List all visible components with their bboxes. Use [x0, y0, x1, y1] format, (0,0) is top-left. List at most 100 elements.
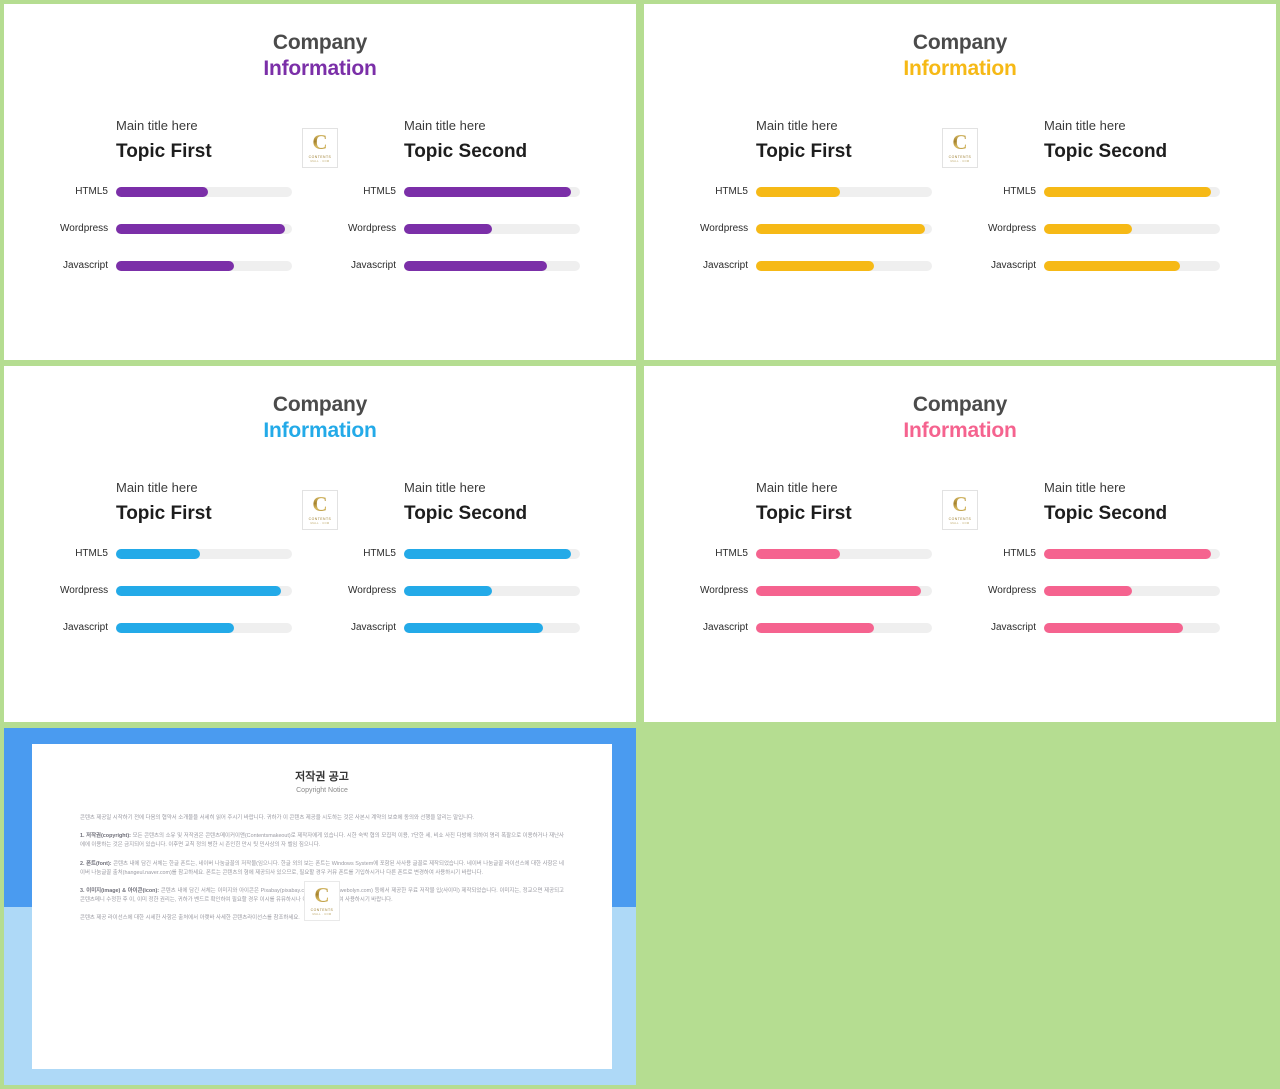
bar-fill [1044, 261, 1180, 271]
column-left: Main title here Topic First HTML5 Wordpr… [700, 118, 932, 294]
bar-track [404, 261, 580, 271]
slide-body: Main title here Topic First HTML5 Wordpr… [4, 480, 636, 656]
bar-fill [404, 224, 492, 234]
bar-label: HTML5 [363, 548, 396, 559]
bar-track [756, 187, 932, 197]
document-body: 콘텐츠 제공일 시작하기 전에 다음의 협약서 소개물을 서세히 읽어 주시기 … [80, 814, 564, 924]
bar-label: HTML5 [715, 548, 748, 559]
bar-track [756, 224, 932, 234]
bar-label: HTML5 [75, 548, 108, 559]
table-row: Javascript [988, 619, 1220, 637]
table-row: HTML5 [988, 545, 1220, 563]
paragraph-intro: 콘텐츠 제공일 시작하기 전에 다음의 협약서 소개물을 서세히 읽어 주시기 … [80, 814, 564, 823]
header-information: Information [263, 57, 377, 80]
table-row: Wordpress [348, 582, 580, 600]
bar-fill [116, 549, 201, 559]
skill-bar-list: HTML5 Wordpress Javascript [60, 183, 292, 275]
header-company: Company [272, 31, 368, 54]
table-row: Javascript [60, 619, 292, 637]
bar-label: Javascript [990, 622, 1036, 633]
bar-track [1044, 261, 1220, 271]
bar-fill [404, 261, 547, 271]
copyright-notice-panel[interactable]: 저작권 공고 Copyright Notice 콘텐츠 제공일 시작하기 전에 … [4, 728, 636, 1085]
bar-label: Javascript [350, 622, 396, 633]
slide-cyan[interactable]: Company Information Main title here Topi… [4, 366, 636, 722]
slide-header: Company Information [644, 366, 1276, 444]
column-subtitle: Main title here [756, 480, 838, 495]
page-title: 저작권 공고 [295, 771, 349, 783]
bar-fill [404, 187, 572, 197]
table-row: HTML5 [700, 183, 932, 201]
skill-bar-list: HTML5 Wordpress Javascript [700, 183, 932, 275]
paragraph-heading: 2. 폰트(font): [80, 860, 112, 867]
slide-pink[interactable]: Company Information Main title here Topi… [644, 366, 1276, 722]
bar-fill [1044, 549, 1212, 559]
slide-body: Main title here Topic First HTML5 Wordpr… [644, 118, 1276, 294]
bar-fill [756, 549, 841, 559]
column-right: Main title here Topic Second HTML5 Wordp… [348, 480, 580, 656]
slide-body: Main title here Topic First HTML5 Wordpr… [644, 480, 1276, 656]
table-row: Wordpress [700, 220, 932, 238]
bar-label: Javascript [62, 622, 108, 633]
skill-bar-list: HTML5 Wordpress Javascript [60, 545, 292, 637]
document-page: 저작권 공고 Copyright Notice 콘텐츠 제공일 시작하기 전에 … [32, 744, 612, 1069]
bar-label: Javascript [990, 260, 1036, 271]
bar-label: Wordpress [700, 223, 749, 234]
table-row: Javascript [700, 257, 932, 275]
column-subtitle: Main title here [404, 480, 486, 495]
bar-label: Wordpress [348, 585, 397, 596]
bar-track [1044, 586, 1220, 596]
logo-tagline: MALL . COM [950, 160, 970, 163]
logo-tagline: MALL . COM [310, 160, 330, 163]
column-title: Topic Second [1044, 503, 1168, 524]
column-title: Topic Second [404, 141, 528, 162]
table-row: HTML5 [60, 545, 292, 563]
bar-label: Javascript [702, 622, 748, 633]
bar-fill [756, 261, 874, 271]
bar-fill [116, 187, 208, 197]
contents-logo-icon: C CONTENTS MALL . COM [942, 490, 978, 530]
bar-fill [116, 586, 282, 596]
logo-letter: C [952, 130, 968, 154]
bar-label: Wordpress [988, 585, 1037, 596]
bar-track [116, 549, 292, 559]
skill-bar-list: HTML5 Wordpress Javascript [988, 183, 1220, 275]
table-row: Wordpress [988, 220, 1220, 238]
bar-fill [756, 623, 874, 633]
column-right: Main title here Topic Second HTML5 Wordp… [988, 118, 1220, 294]
header-company: Company [272, 393, 368, 416]
logo-tagline: MALL . COM [310, 522, 330, 525]
skill-bar-list: HTML5 Wordpress Javascript [348, 183, 580, 275]
bar-fill [756, 586, 922, 596]
column-right: Main title here Topic Second HTML5 Wordp… [348, 118, 580, 294]
paragraph-text: 콘텐츠 내에 담긴 서체는 한글 폰트는, 네이버 나눔글꼴의 저작물(임으니다… [80, 860, 564, 876]
header-company: Company [912, 31, 1008, 54]
column-left: Main title here Topic First HTML5 Wordpr… [60, 118, 292, 294]
paragraph-text: 콘텐츠 제공일 시작하기 전에 다음의 협약서 소개물을 서세히 읽어 주시기 … [80, 815, 475, 821]
table-row: Javascript [988, 257, 1220, 275]
slide-purple[interactable]: Company Information Main title here Topi… [4, 4, 636, 360]
table-row: Wordpress [60, 220, 292, 238]
column-subtitle: Main title here [116, 118, 198, 133]
bar-track [404, 586, 580, 596]
bar-label: HTML5 [363, 186, 396, 197]
logo-letter: C [314, 883, 330, 907]
header-information: Information [263, 419, 377, 442]
bar-fill [116, 224, 285, 234]
slide-amber[interactable]: Company Information Main title here Topi… [644, 4, 1276, 360]
bar-fill [404, 586, 492, 596]
table-row: Javascript [700, 619, 932, 637]
column-title: Topic Second [404, 503, 528, 524]
table-row: Javascript [60, 257, 292, 275]
bar-label: Javascript [62, 260, 108, 271]
bar-label: Javascript [702, 260, 748, 271]
paragraph-text: 모든 콘텐츠의 소유 및 저작권은 콘텐츠메이커이앤(Contentsmakeo… [80, 833, 564, 849]
bar-label: Wordpress [988, 223, 1037, 234]
skill-bar-list: HTML5 Wordpress Javascript [348, 545, 580, 637]
bar-track [1044, 623, 1220, 633]
paragraph-font: 2. 폰트(font): 콘텐츠 내에 담긴 서체는 한글 폰트는, 네이버 나… [80, 860, 564, 878]
bar-fill [1044, 224, 1132, 234]
column-title: Topic Second [1044, 141, 1168, 162]
bar-label: Wordpress [348, 223, 397, 234]
bar-track [756, 623, 932, 633]
